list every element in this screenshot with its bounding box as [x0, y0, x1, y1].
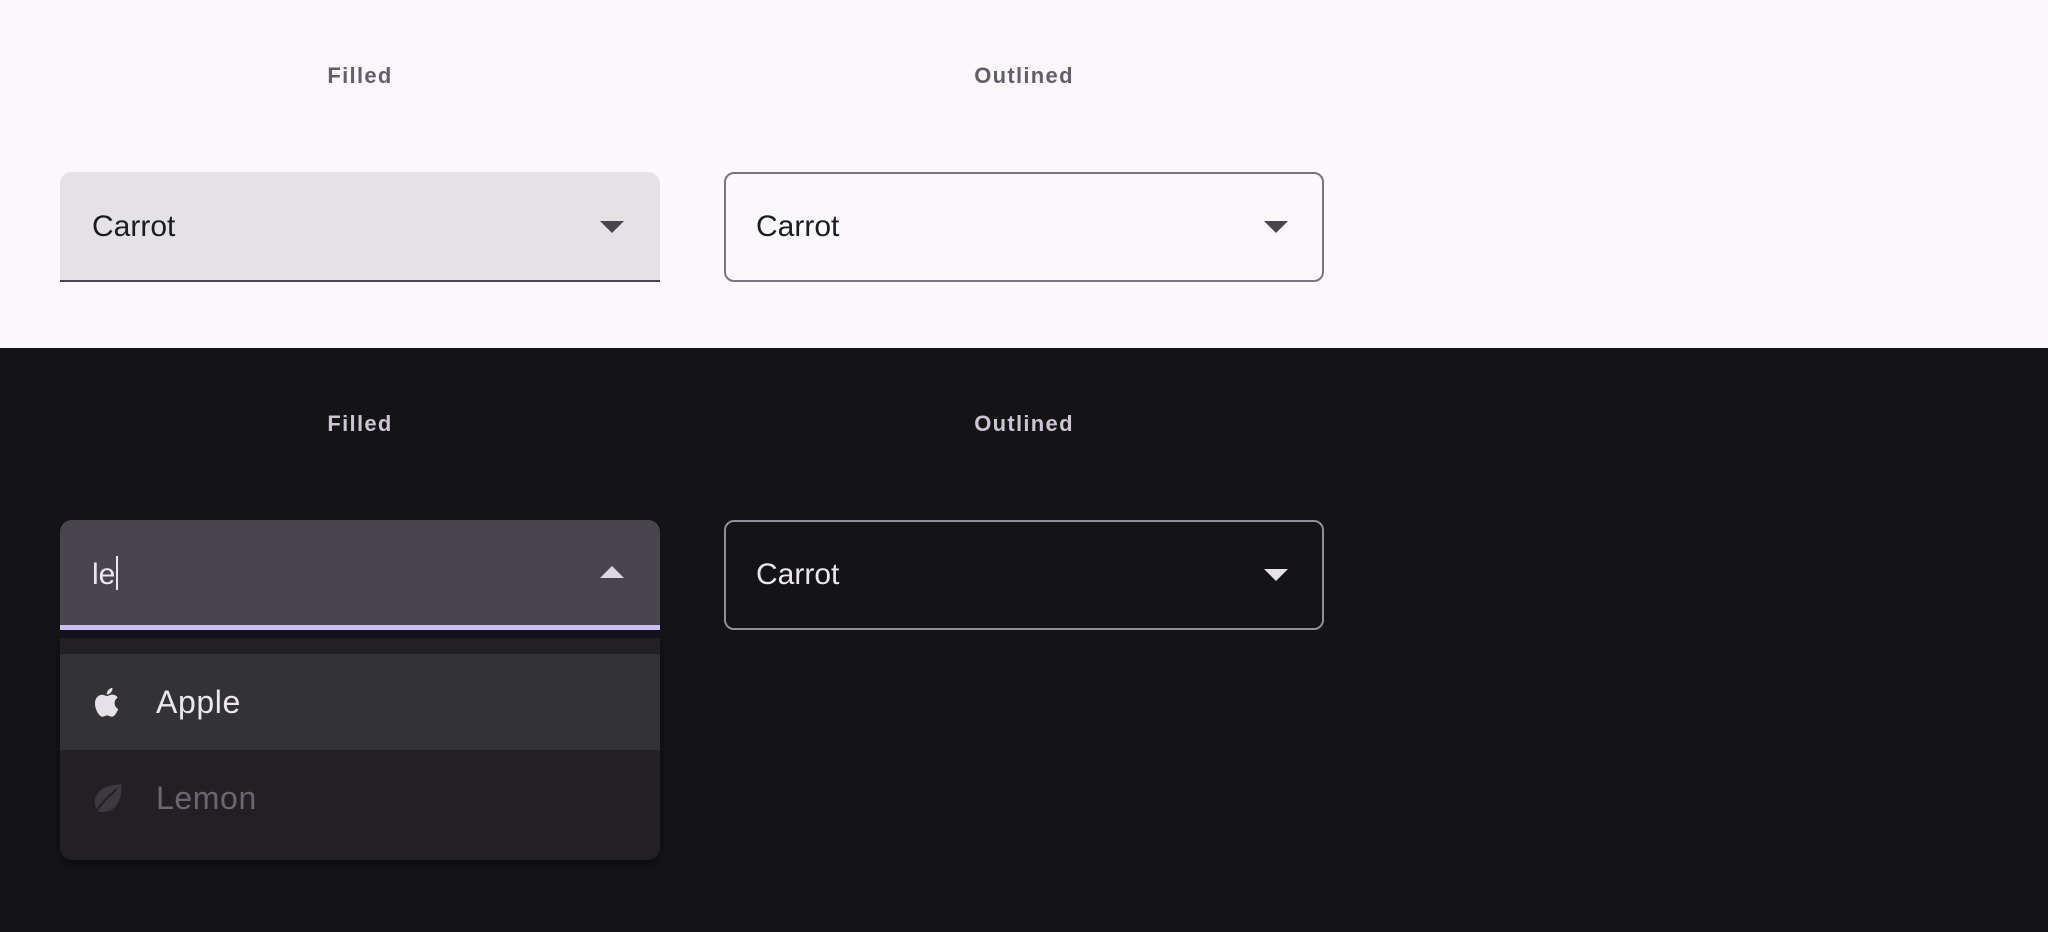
- menu-item-label: Apple: [156, 684, 241, 720]
- menu-item-label: Lemon: [156, 780, 257, 816]
- dropdown-arrow-up-icon[interactable]: [600, 566, 624, 578]
- menu-item-apple[interactable]: Apple: [60, 654, 660, 750]
- filled-select-value: Carrot: [92, 210, 176, 243]
- outlined-select[interactable]: Carrot: [724, 520, 1324, 630]
- dropdown-arrow-icon: [1264, 569, 1288, 581]
- dark-theme-panel: Filled Outlined le Carrot Apple Lemon: [0, 348, 2048, 932]
- apple-icon: [94, 687, 119, 717]
- dropdown-menu: Apple Lemon: [60, 638, 660, 860]
- autocomplete-query: le: [92, 558, 116, 591]
- filled-column-label: Filled: [327, 63, 393, 88]
- leaf-icon: [94, 784, 122, 813]
- outlined-column-label: Outlined: [974, 411, 1074, 436]
- outlined-select-value: Carrot: [756, 558, 840, 591]
- dropdown-arrow-icon: [1264, 221, 1288, 233]
- autocomplete-text: le: [92, 520, 119, 630]
- outlined-column-label: Outlined: [974, 63, 1074, 88]
- light-theme-panel: Filled Outlined Carrot Carrot: [0, 0, 2048, 348]
- dropdown-arrow-icon: [600, 221, 624, 233]
- text-caret: [116, 556, 119, 591]
- filled-autocomplete-input[interactable]: le: [60, 520, 660, 630]
- menu-item-lemon[interactable]: Lemon: [60, 750, 660, 846]
- outlined-select-value: Carrot: [756, 210, 840, 243]
- filled-select[interactable]: Carrot: [60, 172, 660, 282]
- filled-column-label: Filled: [327, 411, 393, 436]
- outlined-select[interactable]: Carrot: [724, 172, 1324, 282]
